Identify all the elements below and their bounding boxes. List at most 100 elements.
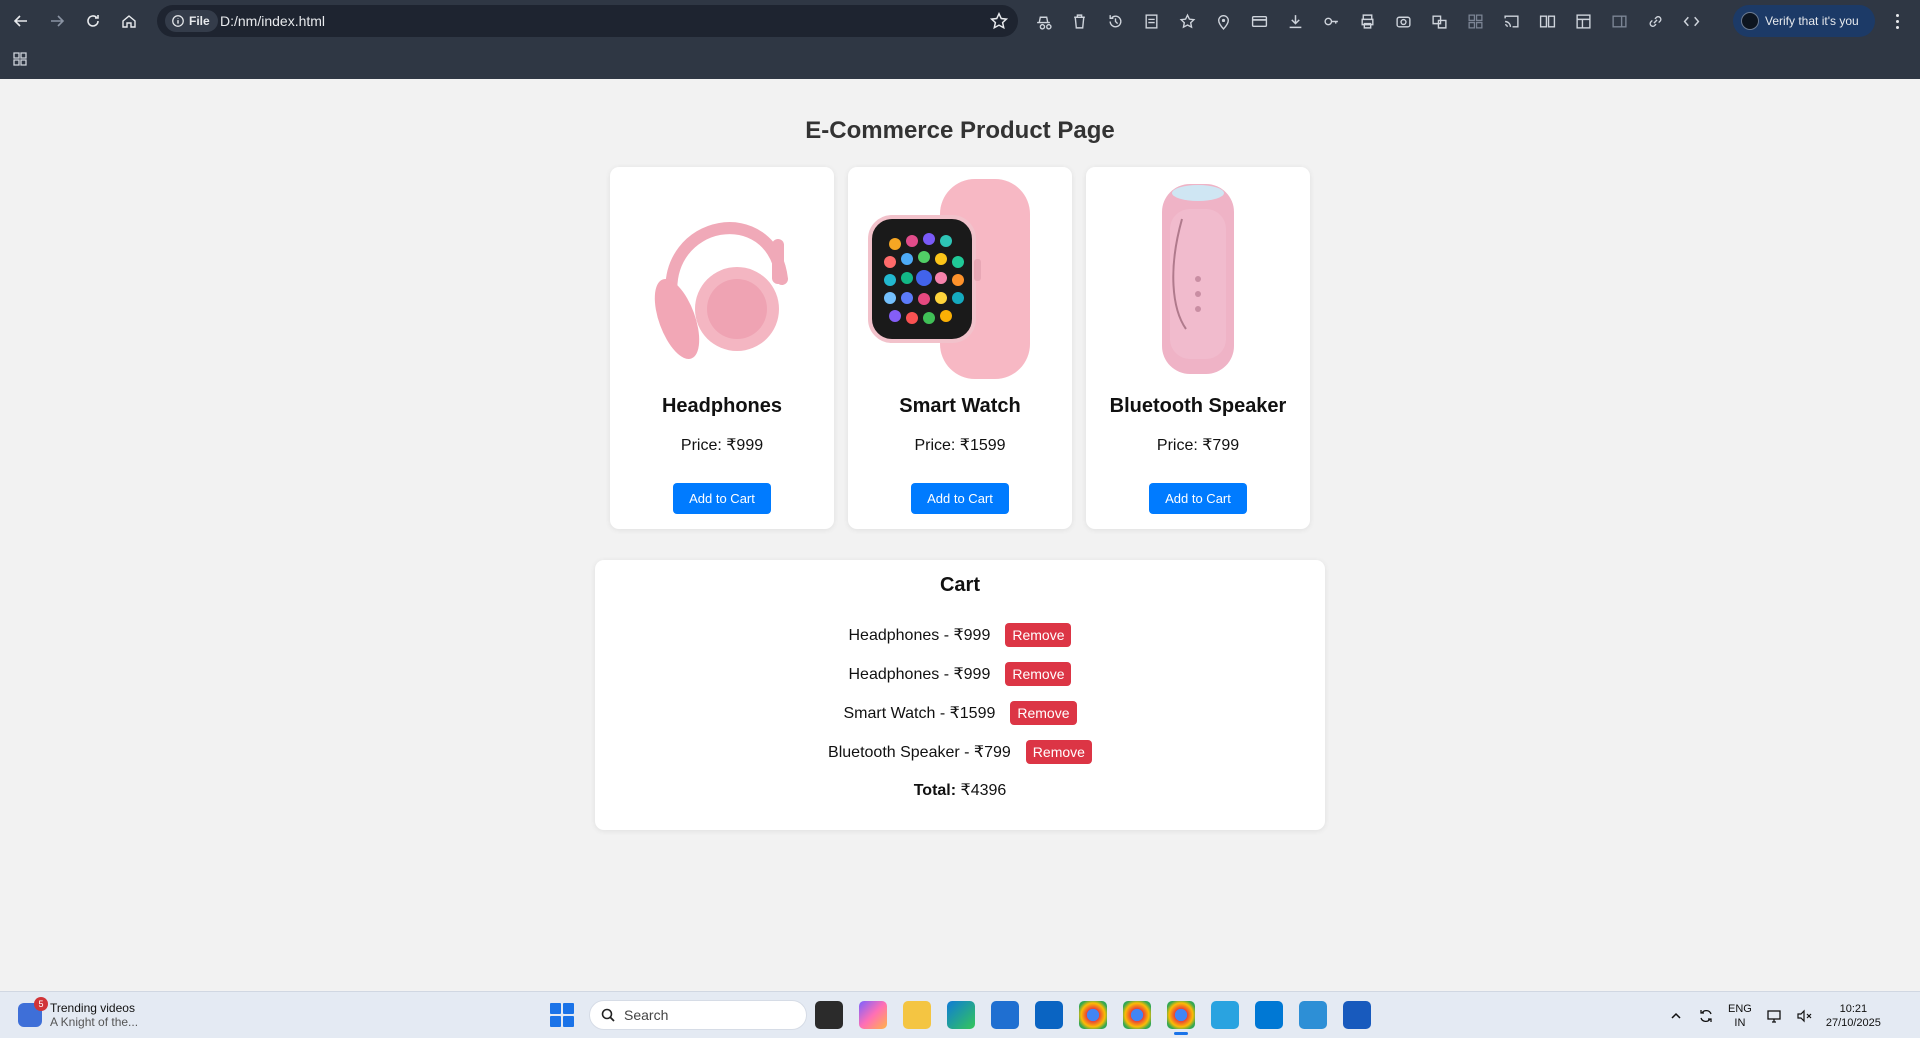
printer-icon bbox=[1360, 13, 1374, 29]
network-icon[interactable] bbox=[1766, 1008, 1782, 1024]
verify-identity-button[interactable]: Verify that it's you bbox=[1733, 5, 1875, 37]
remove-button[interactable]: Remove bbox=[1005, 662, 1072, 686]
cart-total-label: Total: bbox=[913, 782, 957, 799]
word-icon[interactable] bbox=[1343, 1001, 1371, 1029]
info-icon bbox=[172, 15, 184, 27]
vscode-icon[interactable] bbox=[1255, 1001, 1283, 1029]
forward-arrow-icon bbox=[51, 15, 65, 27]
profile-avatar bbox=[1741, 12, 1759, 30]
taskbar-search[interactable]: Search bbox=[589, 1000, 807, 1030]
translate-button[interactable] bbox=[1428, 10, 1450, 32]
address-bar[interactable]: File D:/nm/index.html bbox=[157, 5, 1018, 37]
site-info-chip[interactable]: File bbox=[165, 10, 218, 32]
news-widget[interactable]: 5 Trending videos A Knight of the... bbox=[18, 997, 139, 1032]
notification-badge: 5 bbox=[34, 997, 48, 1011]
outlook-icon[interactable] bbox=[1035, 1001, 1063, 1029]
bookmarks-button[interactable] bbox=[1176, 10, 1198, 32]
product-card-smart-watch: Smart Watch Price: ₹1599 Add to Cart bbox=[848, 167, 1072, 529]
widget-subtitle: A Knight of the... bbox=[50, 1015, 139, 1029]
lens-button[interactable] bbox=[1392, 10, 1414, 32]
smart-watch-image bbox=[868, 179, 1030, 379]
cart-panel: Cart Headphones - ₹999 Remove Headphones… bbox=[595, 560, 1325, 830]
link-icon bbox=[1649, 15, 1661, 27]
browser-chrome: File D:/nm/index.html Verify that it's y… bbox=[0, 0, 1920, 79]
copy-link-button[interactable] bbox=[1644, 10, 1666, 32]
cast-icon bbox=[1503, 14, 1519, 28]
camera-lens-icon bbox=[1395, 16, 1411, 28]
payment-button[interactable] bbox=[1248, 10, 1270, 32]
reading-mode-button[interactable] bbox=[1536, 10, 1558, 32]
product-list: Headphones Price: ₹999 Add to Cart Smart… bbox=[610, 167, 1310, 529]
history-icon bbox=[1108, 14, 1121, 27]
credit-card-icon bbox=[1251, 15, 1267, 27]
site-chip-label: File bbox=[189, 14, 210, 28]
add-to-cart-button[interactable]: Add to Cart bbox=[673, 483, 771, 514]
remove-button[interactable]: Remove bbox=[1010, 701, 1077, 725]
clock[interactable]: 10:21 27/10/2025 bbox=[1826, 1002, 1881, 1030]
download-icon bbox=[1289, 14, 1301, 28]
apps-grid-icon[interactable] bbox=[12, 51, 28, 67]
reading-list-button[interactable] bbox=[1140, 10, 1162, 32]
translate-icon bbox=[1431, 14, 1447, 29]
reload-button[interactable] bbox=[80, 8, 106, 34]
chrome-profile-icon[interactable] bbox=[1123, 1001, 1151, 1029]
chrome-icon[interactable] bbox=[1079, 1001, 1107, 1029]
back-arrow-icon bbox=[13, 15, 27, 27]
search-placeholder: Search bbox=[624, 1007, 669, 1023]
product-name: Bluetooth Speaker bbox=[1109, 395, 1287, 417]
page-title: E-Commerce Product Page bbox=[805, 117, 1115, 144]
location-button[interactable] bbox=[1212, 10, 1234, 32]
side-panel-button[interactable] bbox=[1608, 10, 1630, 32]
cart-item: Smart Watch - ₹1599 Remove bbox=[595, 700, 1325, 726]
forward-button[interactable] bbox=[44, 8, 70, 34]
bluetooth-speaker-image bbox=[1162, 184, 1234, 374]
chrome-active-icon[interactable] bbox=[1167, 1001, 1195, 1035]
tab-layout-button[interactable] bbox=[1572, 10, 1594, 32]
video-widget-icon: 5 bbox=[18, 997, 48, 1027]
passwords-button[interactable] bbox=[1320, 10, 1342, 32]
product-card-bluetooth-speaker: Bluetooth Speaker Price: ₹799 Add to Car… bbox=[1086, 167, 1310, 529]
start-button[interactable] bbox=[550, 1003, 574, 1027]
file-explorer-icon[interactable] bbox=[903, 1001, 931, 1029]
microsoft-store-icon[interactable] bbox=[991, 1001, 1019, 1029]
cart-item-label: Smart Watch - ₹1599 bbox=[843, 705, 996, 722]
product-card-headphones: Headphones Price: ₹999 Add to Cart bbox=[610, 167, 834, 529]
back-button[interactable] bbox=[8, 8, 34, 34]
sync-icon[interactable] bbox=[1698, 1008, 1714, 1024]
system-tray: ENG IN 10:21 27/10/2025 bbox=[1668, 992, 1881, 1038]
lang-line1: ENG bbox=[1728, 1002, 1752, 1015]
browser-toolbar: File D:/nm/index.html Verify that it's y… bbox=[0, 0, 1920, 42]
copilot-icon[interactable] bbox=[859, 1001, 887, 1029]
bookmark-star-icon[interactable] bbox=[990, 12, 1008, 30]
remove-button[interactable]: Remove bbox=[1005, 623, 1072, 647]
extensions-grid-button[interactable] bbox=[1464, 10, 1486, 32]
add-to-cart-button[interactable]: Add to Cart bbox=[1149, 483, 1247, 514]
verify-label: Verify that it's you bbox=[1765, 14, 1859, 28]
language-indicator[interactable]: ENG IN bbox=[1728, 1002, 1752, 1030]
notepad-icon[interactable] bbox=[1211, 1001, 1239, 1029]
book-icon bbox=[1539, 14, 1555, 28]
delete-button[interactable] bbox=[1068, 10, 1090, 32]
url-text[interactable]: D:/nm/index.html bbox=[220, 13, 325, 29]
downloads-button[interactable] bbox=[1284, 10, 1306, 32]
cast-button[interactable] bbox=[1500, 10, 1522, 32]
paint-icon[interactable] bbox=[1299, 1001, 1327, 1029]
task-view-icon[interactable] bbox=[815, 1001, 843, 1029]
history-button[interactable] bbox=[1104, 10, 1126, 32]
volume-muted-icon[interactable] bbox=[1796, 1008, 1812, 1024]
incognito-button[interactable] bbox=[1032, 10, 1054, 32]
remove-button[interactable]: Remove bbox=[1025, 740, 1092, 764]
product-name: Headphones bbox=[661, 395, 783, 417]
devtools-button[interactable] bbox=[1680, 10, 1702, 32]
chevron-up-icon[interactable] bbox=[1668, 1008, 1684, 1024]
print-button[interactable] bbox=[1356, 10, 1378, 32]
bookmarks-star-icon bbox=[1179, 13, 1195, 28]
home-button[interactable] bbox=[116, 8, 142, 34]
windows-taskbar: 5 Trending videos A Knight of the... Sea… bbox=[0, 991, 1920, 1038]
edge-browser-icon[interactable] bbox=[947, 1001, 975, 1029]
widget-title: Trending videos bbox=[50, 1001, 135, 1015]
product-name: Smart Watch bbox=[899, 395, 1021, 417]
add-to-cart-button[interactable]: Add to Cart bbox=[911, 483, 1009, 514]
key-icon bbox=[1323, 17, 1338, 25]
browser-menu-button[interactable] bbox=[1886, 9, 1908, 33]
